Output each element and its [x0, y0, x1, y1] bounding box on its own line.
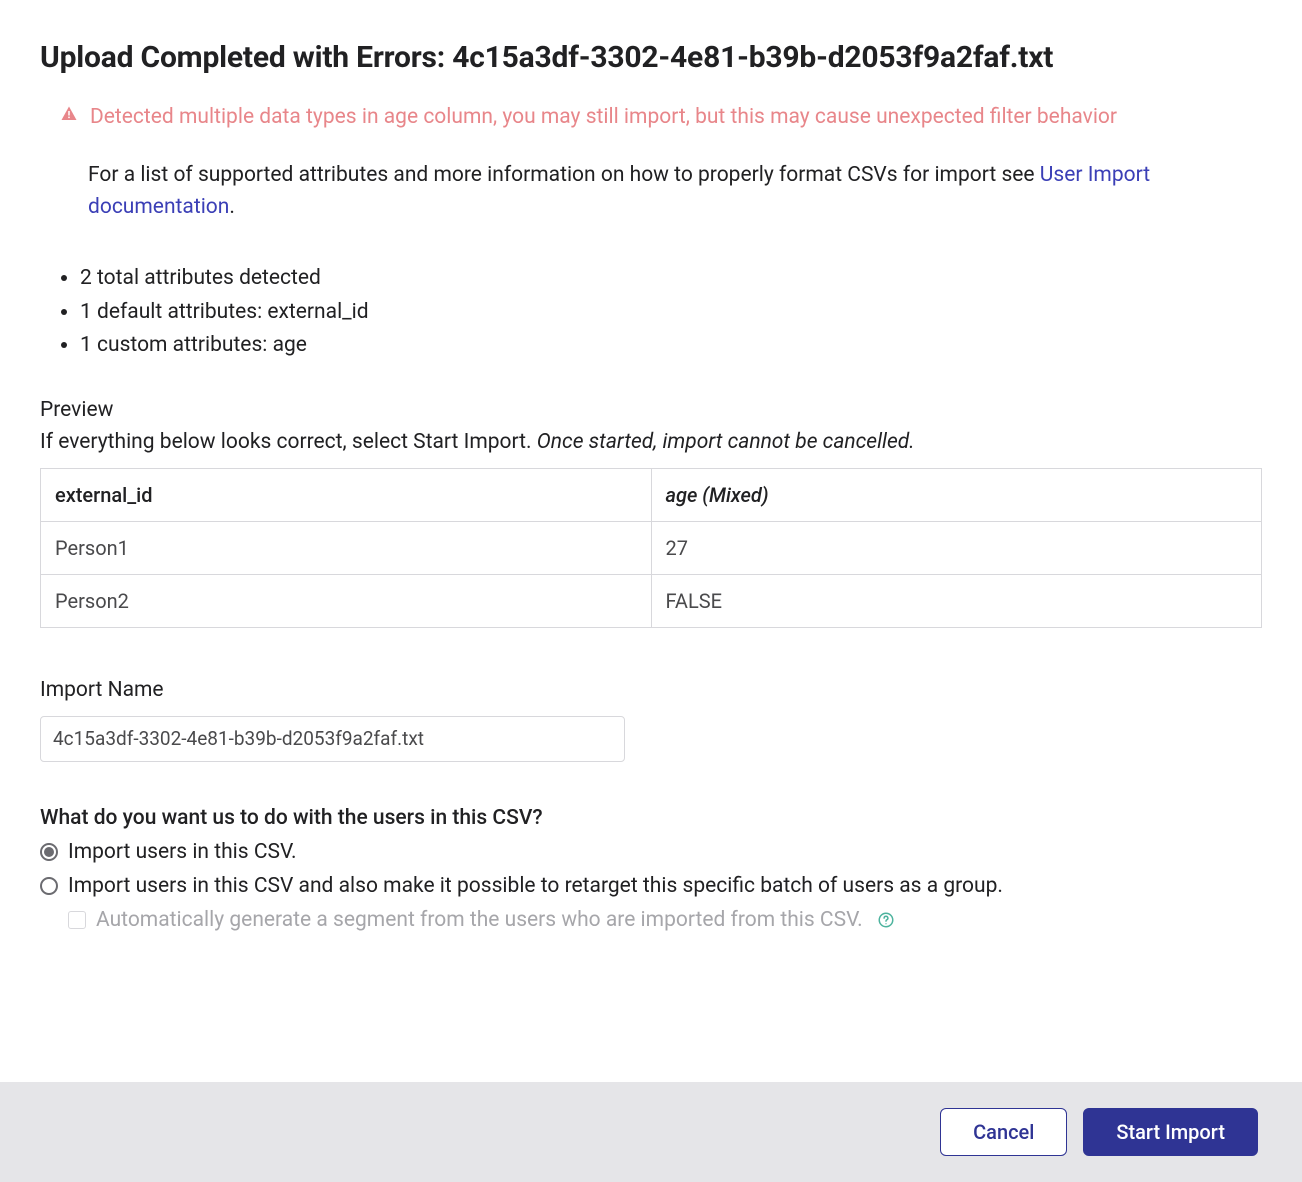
radio-icon	[40, 843, 58, 861]
radio-icon	[40, 877, 58, 895]
checkbox-icon[interactable]	[68, 911, 86, 929]
table-row: Person1 27	[41, 521, 1262, 574]
page-title: Upload Completed with Errors: 4c15a3df-3…	[40, 40, 1262, 75]
radio-option-import[interactable]: Import users in this CSV.	[40, 840, 1262, 864]
start-import-button[interactable]: Start Import	[1083, 1108, 1258, 1156]
table-cell: Person1	[41, 521, 652, 574]
table-row: Person2 FALSE	[41, 574, 1262, 627]
auto-segment-checkbox-row: Automatically generate a segment from th…	[40, 908, 1262, 932]
import-name-input[interactable]	[40, 716, 625, 762]
info-prefix: For a list of supported attributes and m…	[88, 163, 1040, 187]
list-item: 1 custom attributes: age	[80, 330, 1262, 362]
import-name-label: Import Name	[40, 678, 1262, 702]
preview-table: external_id age (Mixed) Person1 27 Perso…	[40, 468, 1262, 628]
radio-label: Import users in this CSV and also make i…	[68, 874, 1003, 898]
cancel-button[interactable]: Cancel	[940, 1108, 1067, 1156]
table-header: age (Mixed)	[651, 468, 1262, 521]
footer-bar: Cancel Start Import	[0, 1082, 1302, 1182]
table-cell: FALSE	[651, 574, 1262, 627]
info-text: For a list of supported attributes and m…	[40, 160, 1262, 223]
warning-triangle-icon	[60, 105, 78, 127]
csv-action-question: What do you want us to do with the users…	[40, 806, 1262, 830]
warning-alert: Detected multiple data types in age colu…	[40, 103, 1262, 132]
checkbox-label: Automatically generate a segment from th…	[96, 908, 863, 932]
list-item: 1 default attributes: external_id	[80, 297, 1262, 329]
table-cell: Person2	[41, 574, 652, 627]
table-cell: 27	[651, 521, 1262, 574]
radio-label: Import users in this CSV.	[68, 840, 297, 864]
radio-option-import-retarget[interactable]: Import users in this CSV and also make i…	[40, 874, 1262, 898]
help-icon[interactable]	[877, 911, 895, 929]
warning-text: Detected multiple data types in age colu…	[90, 103, 1117, 132]
preview-label: Preview	[40, 398, 1262, 422]
preview-hint: If everything below looks correct, selec…	[40, 430, 1262, 454]
table-header: external_id	[41, 468, 652, 521]
info-suffix: .	[229, 195, 235, 219]
attribute-summary-list: 2 total attributes detected 1 default at…	[40, 263, 1262, 362]
list-item: 2 total attributes detected	[80, 263, 1262, 295]
